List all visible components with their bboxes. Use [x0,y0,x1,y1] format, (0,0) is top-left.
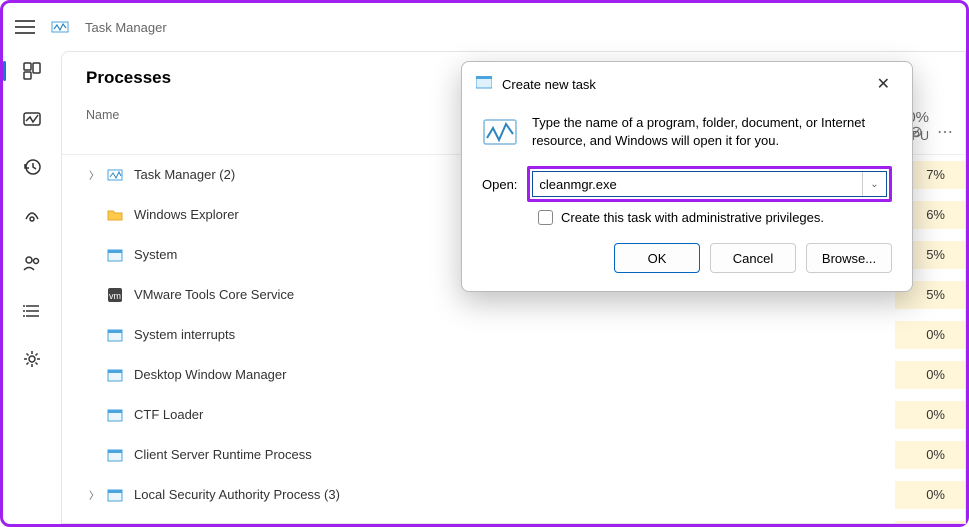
process-name: System interrupts [134,327,895,342]
sidebar-settings[interactable] [20,347,44,371]
process-icon [106,166,124,184]
menu-button[interactable] [15,20,35,34]
process-row[interactable]: 〉 Local Security Authority Process (3)0% [62,475,965,515]
chevron-right-icon[interactable]: 〉 [86,487,102,502]
process-icon [106,366,124,384]
process-icon [106,486,124,504]
process-row[interactable]: 〉CTF Loader0% [62,395,965,435]
process-row[interactable]: 〉Service Host: Remote Procedure Call (2)… [62,515,965,524]
toolbar: ⊘ ⋯ [910,122,953,142]
dialog-description: Type the name of a program, folder, docu… [532,114,892,150]
process-row[interactable]: 〉Client Server Runtime Process0% [62,435,965,475]
dialog-icon [476,76,492,92]
app-icon [51,18,69,36]
process-icon [106,206,124,224]
close-button[interactable]: ✕ [869,72,898,96]
process-cpu: 0% [895,521,965,524]
admin-label: Create this task with administrative pri… [561,210,824,225]
open-label: Open: [482,177,517,192]
sidebar-history[interactable] [20,155,44,179]
perf-icon [482,114,518,150]
process-cpu: 0% [895,401,965,429]
process-name: Client Server Runtime Process [134,447,895,462]
process-icon [106,246,124,264]
process-cpu: 0% [895,321,965,349]
input-highlight: ⌄ [527,166,892,202]
process-cpu: 0% [895,441,965,469]
process-icon: vm [106,286,124,304]
browse-button[interactable]: Browse... [806,243,892,273]
chevron-right-icon[interactable]: 〉 [86,167,102,182]
process-cpu: 0% [895,481,965,509]
more-icon[interactable]: ⋯ [937,122,953,142]
process-icon [106,446,124,464]
process-row[interactable]: 〉System interrupts0% [62,315,965,355]
app-title: Task Manager [85,20,167,35]
sidebar-processes[interactable] [20,59,44,83]
admin-checkbox[interactable] [538,210,553,225]
process-cpu: 0% [895,361,965,389]
process-name: Desktop Window Manager [134,367,895,382]
open-combobox[interactable]: ⌄ [532,171,887,197]
dialog-title: Create new task [502,77,596,92]
ok-button[interactable]: OK [614,243,700,273]
cancel-button[interactable]: Cancel [710,243,796,273]
titlebar: Task Manager [3,3,966,51]
process-icon [106,406,124,424]
process-name: CTF Loader [134,407,895,422]
process-name: Local Security Authority Process (3) [134,487,895,502]
sidebar-details[interactable] [20,299,44,323]
dialog-titlebar: Create new task ✕ [462,62,912,106]
sidebar-performance[interactable] [20,107,44,131]
sidebar-startup[interactable] [20,203,44,227]
sidebar [3,51,61,524]
svg-text:vm: vm [109,291,121,301]
process-icon [106,326,124,344]
process-row[interactable]: 〉Desktop Window Manager0% [62,355,965,395]
sidebar-users[interactable] [20,251,44,275]
dropdown-button[interactable]: ⌄ [862,172,886,196]
open-input[interactable] [533,172,862,196]
create-task-dialog: Create new task ✕ Type the name of a pro… [461,61,913,292]
